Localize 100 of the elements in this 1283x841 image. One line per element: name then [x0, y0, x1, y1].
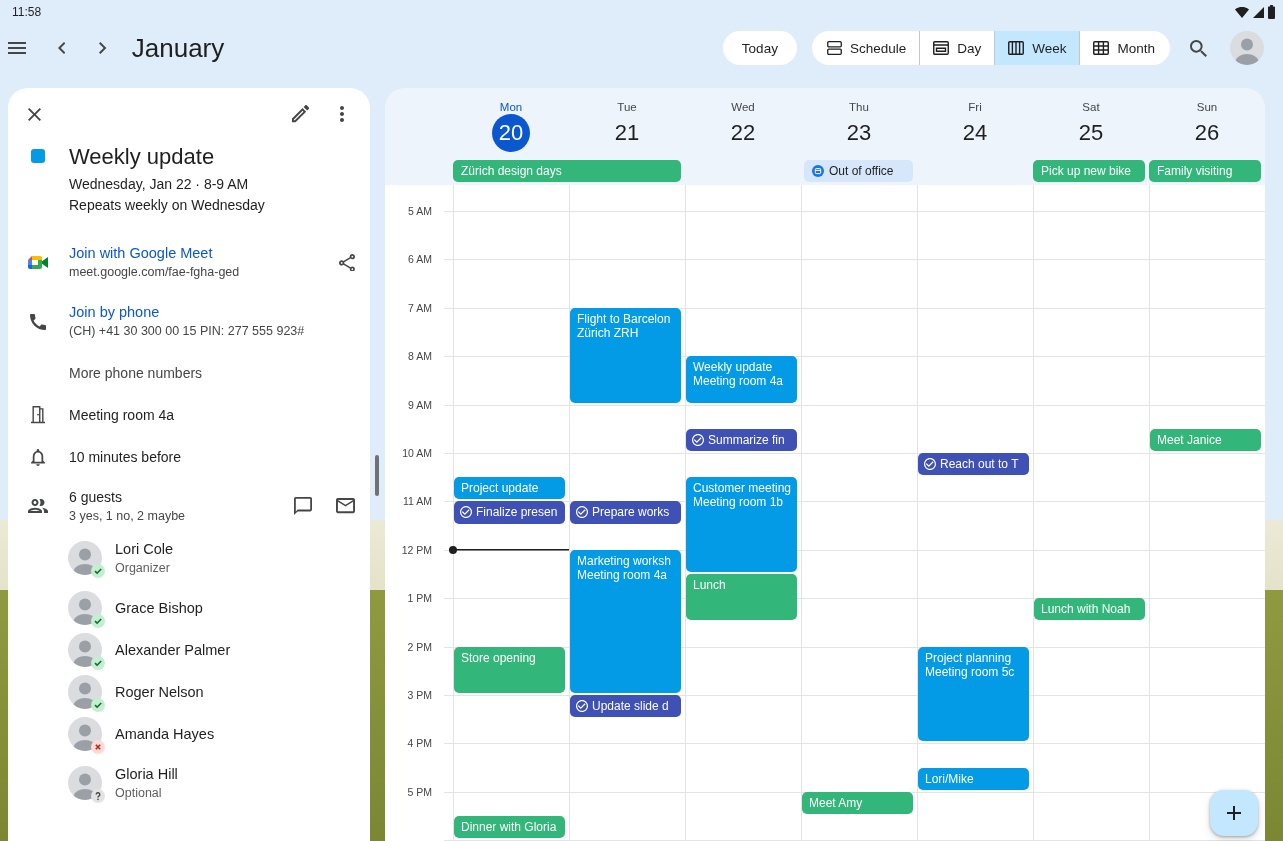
- scrollbar-thumb[interactable]: [375, 455, 379, 496]
- task-event[interactable]: Update slide d: [570, 695, 681, 718]
- list-view-icon: [826, 41, 842, 55]
- people-icon: [28, 499, 48, 513]
- guest-name: Gloria Hill: [115, 765, 178, 784]
- guest-role: Optional: [115, 785, 162, 802]
- event-title: Weekly update: [693, 360, 773, 375]
- more-icon[interactable]: [340, 106, 344, 122]
- add-event-button[interactable]: [1210, 790, 1258, 836]
- phone-link[interactable]: Join by phone: [69, 302, 160, 322]
- event-location: Meeting room 4a: [693, 374, 784, 389]
- signal-icon: [1253, 6, 1264, 18]
- day-number[interactable]: 22: [724, 114, 762, 152]
- task-event[interactable]: Finalize presen: [454, 501, 565, 524]
- hour-label: 5 AM: [408, 204, 432, 218]
- guest-name: Grace Bishop: [115, 598, 203, 618]
- avatar-icon: [68, 541, 102, 575]
- hour-label: 11 AM: [403, 494, 432, 509]
- weekday-label: Mon: [499, 100, 523, 114]
- guest-response-summary: 3 yes, 1 no, 2 maybe: [69, 508, 186, 525]
- event-title: Flight to Barcelon: [577, 311, 671, 326]
- close-icon[interactable]: [28, 107, 41, 121]
- out-of-office-event[interactable]: Out of office: [804, 160, 913, 182]
- weekday-label: Wed: [731, 100, 755, 114]
- event-title: Marketing worksh: [577, 553, 672, 568]
- weekday-label: Sat: [1082, 100, 1100, 114]
- hour-label: 7 AM: [408, 300, 432, 315]
- event-date-time: Wednesday, Jan 22 · 8-9 AM: [69, 175, 249, 194]
- week-view-icon: [1008, 41, 1025, 55]
- avatar-icon: [68, 716, 102, 751]
- hour-label: 10 AM: [402, 446, 432, 460]
- day-number[interactable]: 23: [840, 114, 878, 152]
- guest-name: Roger Nelson: [115, 682, 204, 702]
- recurrence-text: Repeats weekly on Wednesday: [69, 196, 265, 215]
- pencil-icon[interactable]: [292, 105, 309, 123]
- event-location: Meeting room 4a: [577, 567, 668, 582]
- event-location: Zürich ZRH: [577, 325, 639, 340]
- day-number[interactable]: 20: [492, 114, 530, 152]
- hour-label: 8 AM: [408, 349, 432, 364]
- door-icon: [31, 406, 45, 424]
- month-view-icon: [1093, 41, 1110, 55]
- event-title: Weekly update: [69, 143, 215, 171]
- search-icon[interactable]: [1190, 39, 1207, 57]
- day-number[interactable]: 26: [1188, 114, 1226, 152]
- avatar-icon: [68, 590, 102, 625]
- guest-count: 6 guests: [69, 488, 122, 507]
- status-time: 11:58: [12, 5, 42, 19]
- day-number[interactable]: 21: [608, 114, 646, 152]
- hour-label: 2 PM: [407, 639, 432, 654]
- reminder-text: 10 minutes before: [69, 448, 182, 467]
- task-event[interactable]: Prepare works: [570, 501, 681, 524]
- share-icon[interactable]: [339, 253, 355, 272]
- view-tab[interactable]: Month: [1079, 31, 1170, 65]
- hour-label: 3 PM: [407, 688, 432, 702]
- event-location: Meeting room 5c: [925, 664, 1015, 679]
- avatar-icon: [68, 674, 102, 709]
- meeting-url: meet.google.com/fae-fgha-ged: [69, 264, 240, 281]
- guest-name: Lori Cole: [115, 540, 174, 559]
- weekday-label: Sun: [1196, 100, 1218, 114]
- month-title: January: [131, 32, 225, 64]
- weekday-label: Thu: [849, 100, 869, 114]
- weekday-label: Fri: [968, 100, 982, 114]
- day-number[interactable]: 25: [1072, 114, 1110, 152]
- guest-role: Organizer: [115, 560, 170, 577]
- mail-icon[interactable]: [336, 498, 355, 514]
- calendar-badge-icon: [812, 165, 824, 177]
- bell-icon: [31, 448, 45, 466]
- hour-label: 5 PM: [407, 784, 432, 799]
- today-button[interactable]: Today: [722, 31, 797, 65]
- hour-label: 12 PM: [401, 542, 432, 557]
- task-event[interactable]: Summarize fin: [686, 428, 797, 451]
- phone-icon: [30, 313, 46, 330]
- more-phone-numbers-link[interactable]: More phone numbers: [69, 363, 203, 383]
- room-name: Meeting room 4a: [69, 406, 175, 425]
- chat-bubble-icon[interactable]: [294, 497, 312, 515]
- plus-icon: [1227, 806, 1241, 820]
- event-title: Customer meeting: [693, 481, 792, 496]
- event-location: Meeting room 1b: [693, 495, 784, 510]
- guest-name: Alexander Palmer: [115, 640, 231, 660]
- hour-label: 6 AM: [408, 252, 432, 267]
- chevron-right-icon[interactable]: [99, 42, 107, 54]
- hour-label: 4 PM: [407, 736, 432, 751]
- event-title: Project planning: [925, 650, 1012, 665]
- hour-label: 9 AM: [408, 397, 432, 412]
- chevron-left-icon[interactable]: [58, 42, 66, 54]
- video-camera-icon: [28, 256, 48, 269]
- avatar-icon: [68, 766, 102, 800]
- avatar-icon: [68, 632, 102, 667]
- view-tab[interactable]: Week: [994, 31, 1080, 65]
- menu-icon[interactable]: [8, 42, 26, 54]
- hour-label: 1 PM: [407, 591, 432, 606]
- wifi-icon: [1235, 6, 1249, 18]
- guest-name: Amanda Hayes: [115, 724, 215, 744]
- view-tab[interactable]: Schedule: [811, 31, 920, 65]
- task-event[interactable]: Reach out to T: [918, 453, 1029, 476]
- day-number[interactable]: 24: [956, 114, 994, 152]
- weekday-label: Tue: [617, 100, 637, 114]
- battery-icon: [1268, 5, 1275, 19]
- video-call-link[interactable]: Join with Google Meet: [69, 243, 213, 263]
- phone-number: (CH) +41 30 300 00 15 PIN: 277 555 923#: [69, 323, 305, 340]
